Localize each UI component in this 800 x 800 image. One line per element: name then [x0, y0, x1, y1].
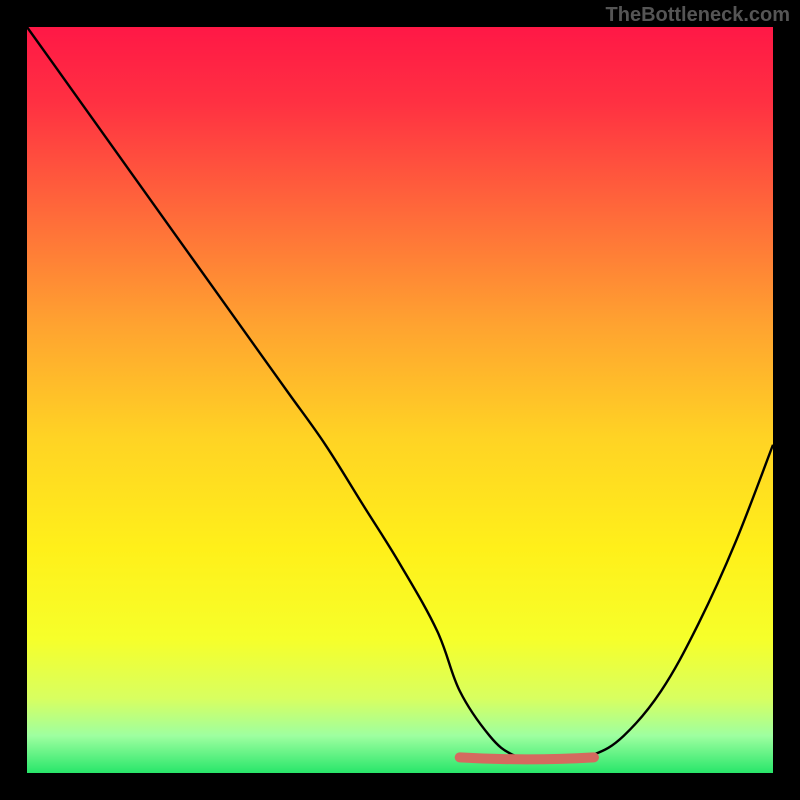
chart-svg [27, 27, 773, 773]
flat-highlight [460, 757, 594, 759]
chart-frame: TheBottleneck.com [0, 0, 800, 800]
plot-background [27, 27, 773, 773]
watermark-text: TheBottleneck.com [606, 4, 790, 27]
